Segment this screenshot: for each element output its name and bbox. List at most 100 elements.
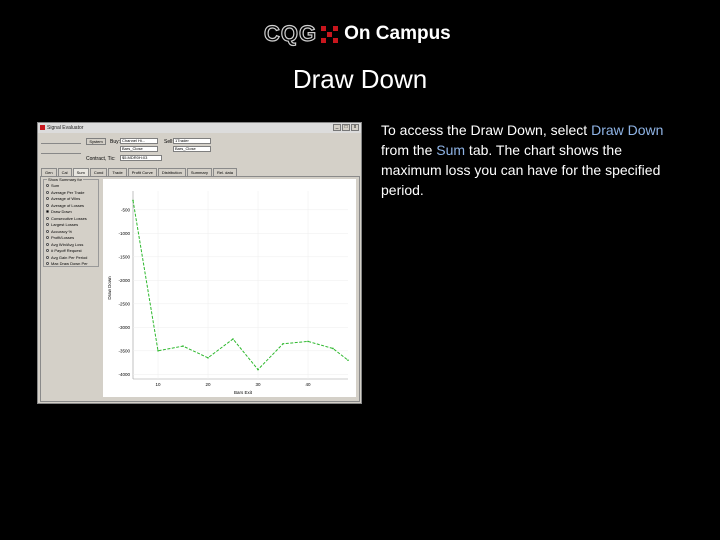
- buy-label: Buy:: [110, 139, 121, 145]
- option-accuracy[interactable]: Accuracy %: [46, 229, 72, 234]
- radio-selected-icon: [46, 210, 49, 213]
- data-point: [207, 357, 209, 359]
- y-tick-label: -1000: [118, 231, 130, 236]
- option-label: # Payoff Request: [51, 248, 82, 253]
- radio-icon: [46, 229, 49, 233]
- option-label: Avg Win/Avg Loss: [51, 241, 84, 247]
- y-tick-label: -3000: [118, 325, 130, 330]
- option-profit-losses[interactable]: Profit/Losses: [46, 235, 74, 240]
- y-tick-label: -500: [121, 207, 131, 212]
- radio-icon: [46, 203, 49, 207]
- window-titlebar[interactable]: Signal Evaluator _ □ x: [38, 123, 361, 133]
- tab-bar: Gen Cal Sum Cond Trade Profit Curve Dist…: [41, 168, 238, 176]
- tab-trade[interactable]: Trade: [108, 168, 127, 176]
- description-text: To access the Draw Down, select Draw Dow…: [381, 120, 681, 200]
- option-average-of-wins[interactable]: Average of Wins: [46, 196, 80, 201]
- contract-field[interactable]: $5.MDR0H:03: [120, 155, 162, 161]
- description-part-2: from the: [381, 142, 437, 158]
- option-largest-losses[interactable]: Largest Losses: [46, 222, 78, 227]
- radio-icon: [46, 249, 49, 252]
- description-link-draw-down: Draw Down: [591, 122, 664, 138]
- sell-study-field[interactable]: 1Trader: [173, 138, 211, 144]
- option-avg-gain-per-period[interactable]: Avg Gain Per Period: [46, 255, 87, 260]
- option-label: Average of Losses: [51, 202, 85, 208]
- option-label: Average of Wins: [51, 196, 81, 201]
- option-consecutive-losses[interactable]: Consecutive Losses: [46, 216, 87, 221]
- x-tick-label: 30: [255, 382, 261, 387]
- signal-evaluator-window: Signal Evaluator _ □ x System Buy: Chann…: [37, 122, 362, 404]
- close-button[interactable]: x: [351, 124, 359, 131]
- option-payoff-request[interactable]: # Payoff Request: [46, 248, 82, 253]
- data-point: [232, 338, 234, 340]
- y-tick-label: -2000: [118, 278, 130, 283]
- option-label: Draw Down: [51, 209, 72, 214]
- buy-price-field[interactable]: Bars_Close: [120, 146, 158, 152]
- option-max-draw-down-per[interactable]: Max Draw Down Per: [46, 261, 88, 266]
- blank-field-1: [41, 138, 81, 144]
- description-part-1: To access the Draw Down, select: [381, 122, 592, 138]
- option-draw-down[interactable]: Draw Down: [46, 209, 72, 214]
- tab-cond[interactable]: Cond: [89, 168, 108, 176]
- data-point: [132, 199, 134, 202]
- sum-tab-panel: Show Summary for Sum Average Per Trade A…: [40, 176, 360, 402]
- summary-group-label: Show Summary for: [47, 177, 84, 182]
- contract-label: Contract, Tic:: [86, 156, 116, 162]
- option-label: Average Per Trade: [51, 189, 85, 195]
- option-average-per-trade[interactable]: Average Per Trade: [46, 190, 85, 195]
- x-axis-label: Bars Exit: [234, 390, 253, 395]
- sell-price-field[interactable]: Bars_Close: [173, 146, 211, 152]
- cqg-wordmark: CQG: [263, 20, 318, 46]
- option-average-of-losses[interactable]: Average of Losses: [46, 203, 84, 208]
- radio-icon: [46, 242, 49, 246]
- option-label: Max Draw Down Per: [51, 261, 88, 266]
- data-point: [257, 368, 259, 371]
- draw-down-chart: -500-1000-1500-2000-2500-3000-3500-4000 …: [103, 179, 356, 397]
- y-tick-label: -1500: [118, 254, 130, 259]
- option-label: Largest Losses: [51, 222, 79, 227]
- y-tick-label: -4000: [118, 372, 130, 377]
- maximize-button[interactable]: □: [342, 124, 350, 131]
- data-point: [282, 342, 284, 345]
- radio-icon: [46, 236, 49, 239]
- data-point: [182, 345, 184, 347]
- option-label: Avg Gain Per Period: [51, 254, 88, 260]
- option-label: Sum: [51, 183, 60, 188]
- tab-gen[interactable]: Gen: [41, 168, 57, 176]
- y-axis-label: Draw Down: [107, 276, 112, 300]
- summary-options-group: Show Summary for Sum Average Per Trade A…: [43, 177, 99, 267]
- tab-rel-data[interactable]: Rel. data: [212, 168, 237, 176]
- window-title: Signal Evaluator: [47, 125, 84, 131]
- tab-distribution[interactable]: Distribution: [157, 168, 186, 176]
- radio-icon: [46, 216, 49, 220]
- on-campus-text: On Campus: [344, 23, 451, 44]
- tab-sum[interactable]: Sum: [72, 168, 89, 176]
- option-label: Profit/Losses: [51, 235, 75, 240]
- data-point: [332, 347, 334, 350]
- option-label: Accuracy %: [51, 228, 73, 234]
- cqg-on-campus-logo: CQG On Campus: [263, 20, 451, 46]
- tab-summary[interactable]: Summary: [186, 168, 212, 176]
- app-icon: [40, 125, 45, 130]
- option-sum[interactable]: Sum: [46, 183, 59, 188]
- data-point: [157, 350, 159, 352]
- tab-cal[interactable]: Cal: [57, 168, 72, 176]
- radio-icon: [46, 190, 49, 194]
- y-tick-label: -3500: [118, 348, 130, 353]
- x-tick-label: 20: [205, 382, 211, 387]
- radio-icon: [46, 262, 49, 265]
- x-tick-label: 40: [305, 382, 311, 387]
- buy-study-field[interactable]: Channel Hi...: [120, 138, 158, 144]
- minimize-button[interactable]: _: [333, 124, 341, 131]
- tab-profit-curve[interactable]: Profit Curve: [127, 168, 157, 176]
- slide-title: Draw Down: [292, 64, 428, 94]
- option-avg-win-avg-loss[interactable]: Avg Win/Avg Loss: [46, 242, 83, 247]
- system-button[interactable]: System: [86, 138, 106, 145]
- chart-background: [103, 179, 356, 397]
- radio-icon: [46, 184, 49, 187]
- description-link-sum: Sum: [436, 142, 466, 158]
- radio-icon: [46, 255, 49, 259]
- cqg-logo-mark-icon: [321, 25, 339, 43]
- radio-icon: [46, 223, 49, 226]
- data-point: [307, 340, 309, 343]
- radio-icon: [46, 197, 49, 200]
